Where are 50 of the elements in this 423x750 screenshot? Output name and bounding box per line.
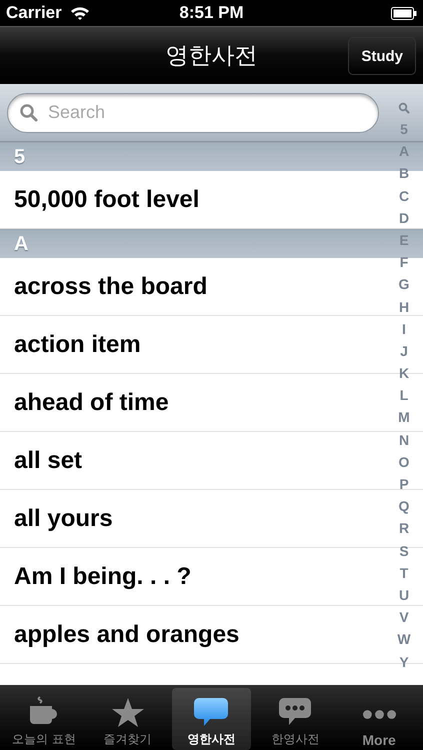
index-letter[interactable]: C (398, 184, 410, 207)
index-letter[interactable]: N (398, 428, 410, 451)
index-letter[interactable]: P (399, 473, 409, 496)
list-row[interactable]: all set (0, 432, 383, 489)
list-row[interactable]: apples and oranges (0, 606, 383, 663)
tab-button[interactable]: 영한사전 (172, 688, 252, 750)
index-letter[interactable]: V (399, 606, 409, 628)
index-letter[interactable]: M (398, 406, 410, 429)
tab-button[interactable]: More (339, 688, 419, 750)
index-letter[interactable]: Q (398, 495, 410, 518)
index-letter[interactable]: B (398, 162, 410, 185)
index-letter[interactable]: T (400, 562, 408, 584)
list-row[interactable]: Am I being. . . ? (0, 548, 383, 605)
index-letter[interactable]: F (400, 251, 408, 274)
index-letter[interactable]: H (398, 296, 410, 318)
list-row[interactable]: across the board (0, 258, 383, 315)
study-button[interactable]: Study (348, 37, 416, 75)
index-letter[interactable]: Y (399, 650, 409, 673)
index-letter[interactable]: D (398, 206, 410, 229)
index-letter[interactable]: K (398, 362, 410, 384)
index-letter[interactable]: L (400, 384, 408, 406)
star-icon (110, 696, 146, 728)
tab-button[interactable]: 오늘의 표현 (4, 688, 84, 750)
index-letter[interactable]: J (400, 340, 408, 362)
more-icon (362, 710, 396, 719)
list-row[interactable]: all yours (0, 490, 383, 547)
wifi-icon (70, 6, 90, 20)
index-letter[interactable]: R (398, 517, 410, 540)
carrier-label: Carrier (6, 3, 62, 23)
search-icon (19, 102, 39, 122)
list-row[interactable]: ahead of time (0, 374, 383, 431)
index-letter[interactable]: W (397, 628, 411, 650)
section-header: 5 (13, 145, 26, 170)
search-icon[interactable] (398, 102, 410, 114)
nav-title: 영한사전 (166, 42, 258, 71)
section-header: A (13, 232, 30, 257)
search-field[interactable]: Search (7, 92, 379, 132)
index-letter[interactable]: I (402, 318, 406, 340)
index-letter[interactable]: G (398, 273, 410, 296)
tab-button[interactable]: 한영사전 (255, 688, 336, 750)
clock-time: 8:51 PM (179, 3, 244, 23)
list-row[interactable]: action item (0, 316, 383, 373)
index-letter[interactable]: S (399, 540, 409, 562)
list-row[interactable]: 50,000 foot level (0, 171, 383, 228)
index-letter[interactable]: U (398, 584, 410, 606)
tab-button[interactable]: 즐겨찾기 (88, 688, 168, 750)
index-letter[interactable]: O (398, 450, 410, 473)
index-letter[interactable]: 5 (400, 118, 408, 140)
battery-icon (391, 6, 417, 20)
speech-bubble-icon (193, 696, 230, 728)
